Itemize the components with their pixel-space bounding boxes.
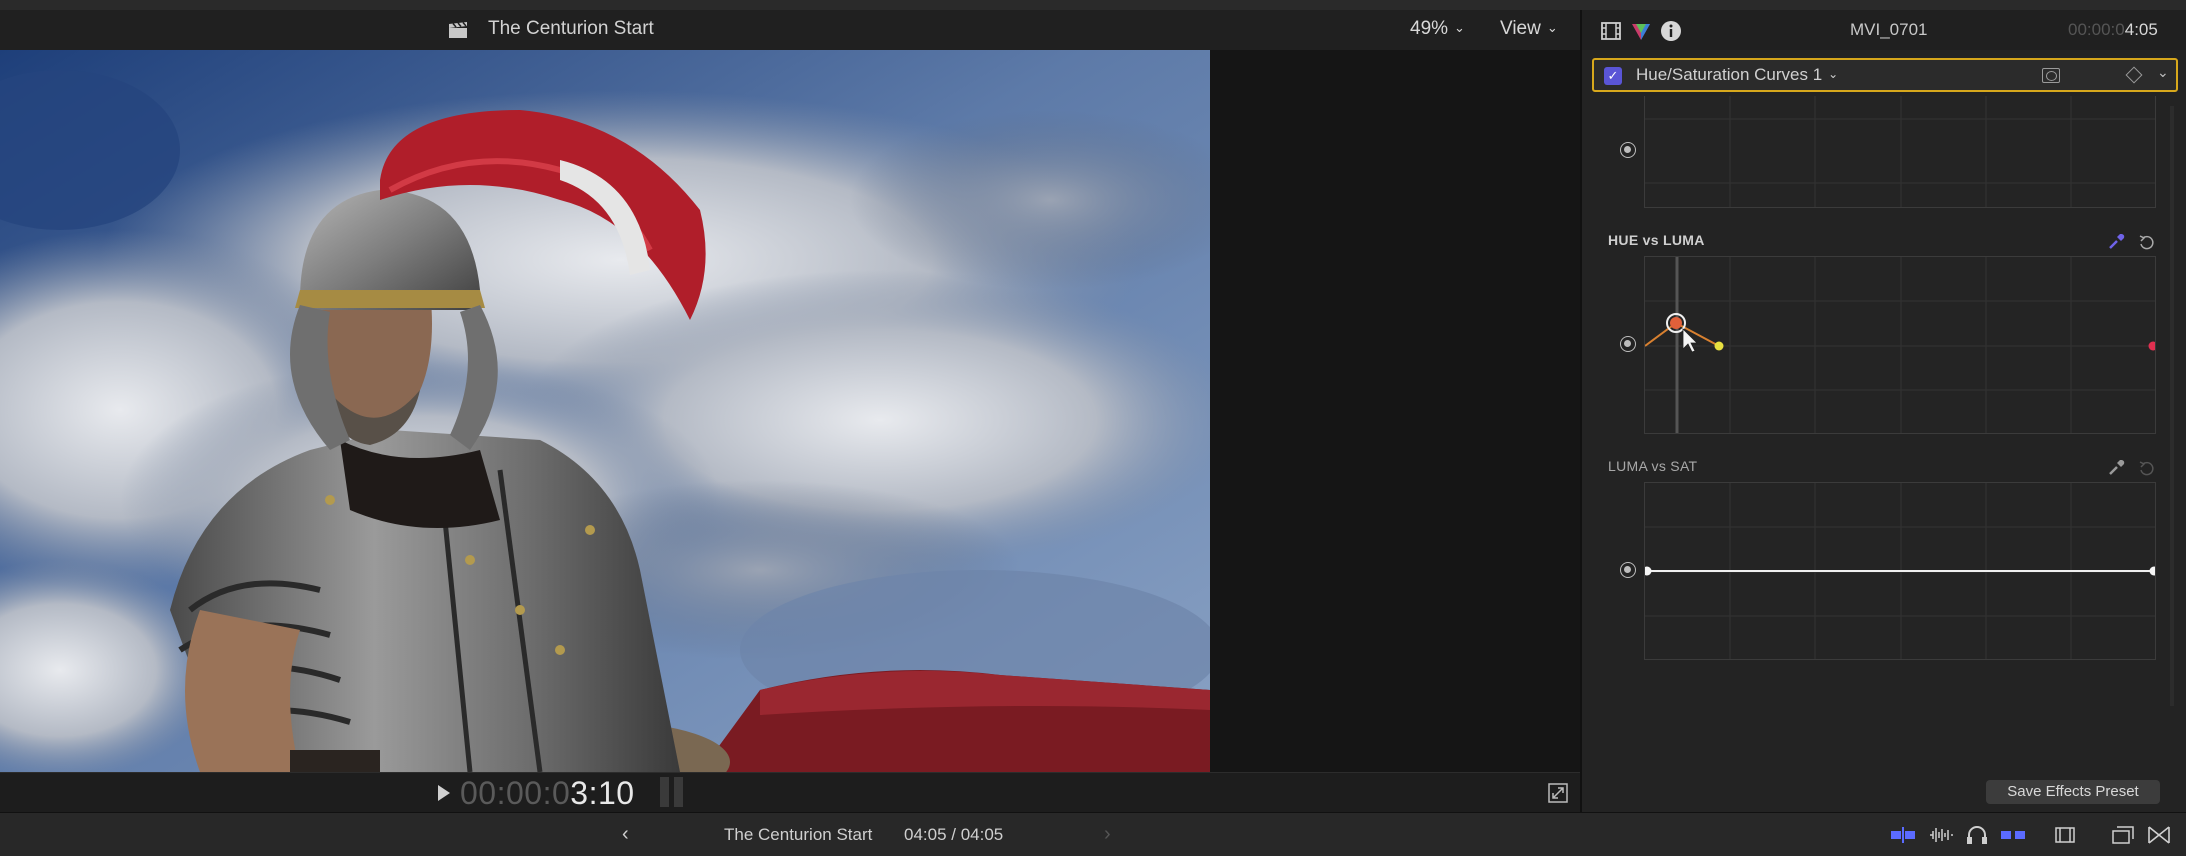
play-icon[interactable] bbox=[438, 785, 450, 801]
chevron-left-icon[interactable]: ‹ bbox=[622, 823, 629, 846]
skimming-icon[interactable] bbox=[1890, 825, 1916, 845]
project-duration: 04:05 / 04:05 bbox=[904, 825, 1004, 844]
browser-icon[interactable] bbox=[2110, 825, 2136, 845]
transitions-icon[interactable] bbox=[2146, 825, 2172, 845]
save-effects-preset-button[interactable]: Save Effects Preset bbox=[1986, 780, 2160, 804]
mask-icon[interactable] bbox=[2042, 68, 2060, 83]
inspector-scrollbar[interactable] bbox=[2170, 106, 2174, 706]
timecode-dim: 00:00:0 bbox=[460, 775, 571, 811]
info-icon[interactable] bbox=[1660, 20, 1682, 42]
audio-level-bars bbox=[660, 777, 688, 807]
solo-icon[interactable] bbox=[2000, 825, 2026, 845]
timeline-toolbar: ‹ The Centurion Start 04:05 / 04:05 › bbox=[0, 812, 2186, 856]
effect-header[interactable]: ✓ Hue/Saturation Curves 1 ⌄ ⌄ bbox=[1592, 58, 2178, 92]
keyframe-icon[interactable] bbox=[2125, 66, 2143, 84]
curve-graph bbox=[1645, 96, 2155, 207]
zoom-value: 49% bbox=[1410, 18, 1449, 39]
timecode-bright: 3:10 bbox=[570, 775, 635, 811]
curve-graph bbox=[1645, 483, 2155, 659]
curve-enable-radio[interactable] bbox=[1620, 336, 1636, 352]
effect-enable-checkbox[interactable]: ✓ bbox=[1604, 67, 1622, 85]
chevron-down-icon: ⌄ bbox=[1454, 20, 1465, 35]
curve-enable-radio[interactable] bbox=[1620, 142, 1636, 158]
timecode-bright: 4:05 bbox=[2124, 20, 2158, 39]
viewer-area bbox=[0, 50, 1580, 772]
curves-scroll-area[interactable]: HUE vs LUMA LUMA vs SAT bbox=[1582, 96, 2186, 772]
luma-vs-sat-curve[interactable] bbox=[1644, 482, 2156, 660]
project-name: The Centurion Start bbox=[724, 825, 873, 844]
effect-name-text: Hue/Saturation Curves 1 bbox=[1636, 65, 1823, 84]
zoom-menu[interactable]: 49% ⌄ bbox=[1410, 18, 1465, 40]
eyedropper-icon[interactable] bbox=[2108, 232, 2126, 250]
inspector-panel: MVI_0701 00:00:04:05 ✓ Hue/Saturation Cu… bbox=[1580, 10, 2186, 812]
audio-waveform-icon[interactable] bbox=[1928, 825, 1954, 845]
viewer-footer: 00:00:03:10 bbox=[0, 772, 1580, 812]
hue-vs-sat-curve[interactable] bbox=[1644, 96, 2156, 208]
chevron-down-icon[interactable]: ⌄ bbox=[2157, 64, 2169, 81]
chevron-down-icon: ⌄ bbox=[1546, 20, 1558, 35]
chevron-right-icon[interactable]: › bbox=[1104, 823, 1111, 846]
eyedropper-icon[interactable] bbox=[2108, 458, 2126, 476]
reset-icon[interactable] bbox=[2138, 460, 2154, 476]
viewer-timecode[interactable]: 00:00:03:10 bbox=[460, 775, 635, 812]
color-icon[interactable] bbox=[1630, 20, 1652, 42]
video-frame[interactable] bbox=[0, 50, 1210, 772]
section-title: LUMA vs SAT bbox=[1608, 458, 1698, 474]
centurion-video-still bbox=[0, 50, 1210, 772]
viewer-header: The Centurion Start 49% ⌄ View ⌄ bbox=[0, 10, 1580, 50]
film-icon[interactable] bbox=[1600, 20, 1622, 42]
reset-icon[interactable] bbox=[2138, 234, 2154, 250]
view-label: View bbox=[1500, 18, 1541, 39]
inspector-header: MVI_0701 00:00:04:05 bbox=[1582, 10, 2186, 50]
section-title: HUE vs LUMA bbox=[1608, 232, 1705, 248]
hue-vs-luma-curve[interactable] bbox=[1644, 256, 2156, 434]
curve-enable-radio[interactable] bbox=[1620, 562, 1636, 578]
window-top-edge bbox=[0, 0, 2186, 10]
timecode-dim: 00:00:0 bbox=[2068, 20, 2125, 39]
curve-graph bbox=[1645, 257, 2155, 433]
clapper-icon bbox=[449, 22, 467, 38]
viewer-title: The Centurion Start bbox=[488, 18, 654, 39]
clip-name: MVI_0701 bbox=[1850, 20, 1928, 39]
effect-name[interactable]: Hue/Saturation Curves 1 ⌄ bbox=[1636, 65, 1838, 85]
timeline-icon[interactable] bbox=[2052, 825, 2078, 845]
inspector-timecode: 00:00:04:05 bbox=[2068, 20, 2158, 40]
fullscreen-icon[interactable] bbox=[1548, 783, 1568, 803]
headphones-icon[interactable] bbox=[1964, 825, 1990, 845]
view-menu[interactable]: View ⌄ bbox=[1500, 18, 1558, 40]
chevron-down-icon: ⌄ bbox=[1828, 67, 1839, 81]
